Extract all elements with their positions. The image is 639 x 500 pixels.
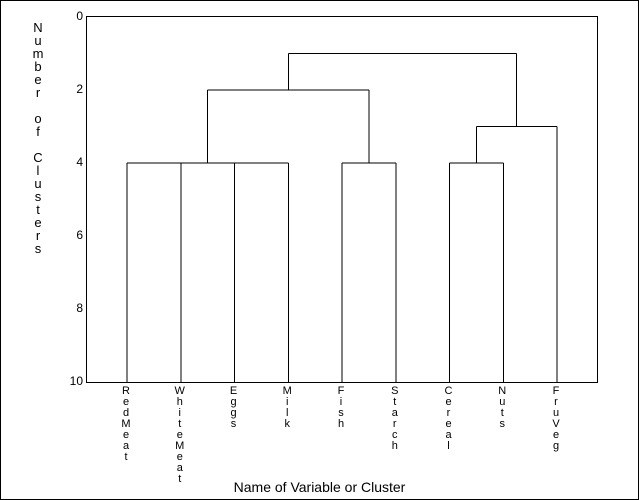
y-axis-label: Number of Clusters	[31, 21, 45, 255]
y-tick: 8	[61, 301, 83, 315]
x-leaf-label: FruVeg	[550, 386, 562, 452]
y-tick: 4	[61, 155, 83, 169]
x-leaf-label: Milk	[281, 386, 293, 430]
x-leaf-label: Fish	[335, 386, 347, 430]
x-leaf-label: WhiteMeat	[174, 386, 186, 485]
y-tick: 0	[61, 9, 83, 23]
x-leaf-label: Eggs	[228, 386, 240, 430]
y-axis-ticks: 0246810	[61, 16, 83, 381]
x-axis-labels: RedMeatWhiteMeatEggsMilkFishStarchCereal…	[86, 386, 596, 466]
x-leaf-label: Nuts	[496, 386, 508, 430]
dendrogram-lines	[87, 17, 597, 382]
x-leaf-label: RedMeat	[120, 386, 132, 463]
x-leaf-label: Starch	[389, 386, 401, 452]
dendrogram-chart: Number of Clusters 0 2 4 6 8 10 RedMeat WhiteM…	[0, 0, 639, 500]
x-leaf-label: Cereal	[443, 386, 455, 452]
plot-area	[86, 16, 598, 383]
y-tick: 2	[61, 82, 83, 96]
y-tick: 6	[61, 228, 83, 242]
y-tick: 10	[61, 374, 83, 388]
x-axis-title: Name of Variable or Cluster	[1, 479, 638, 495]
